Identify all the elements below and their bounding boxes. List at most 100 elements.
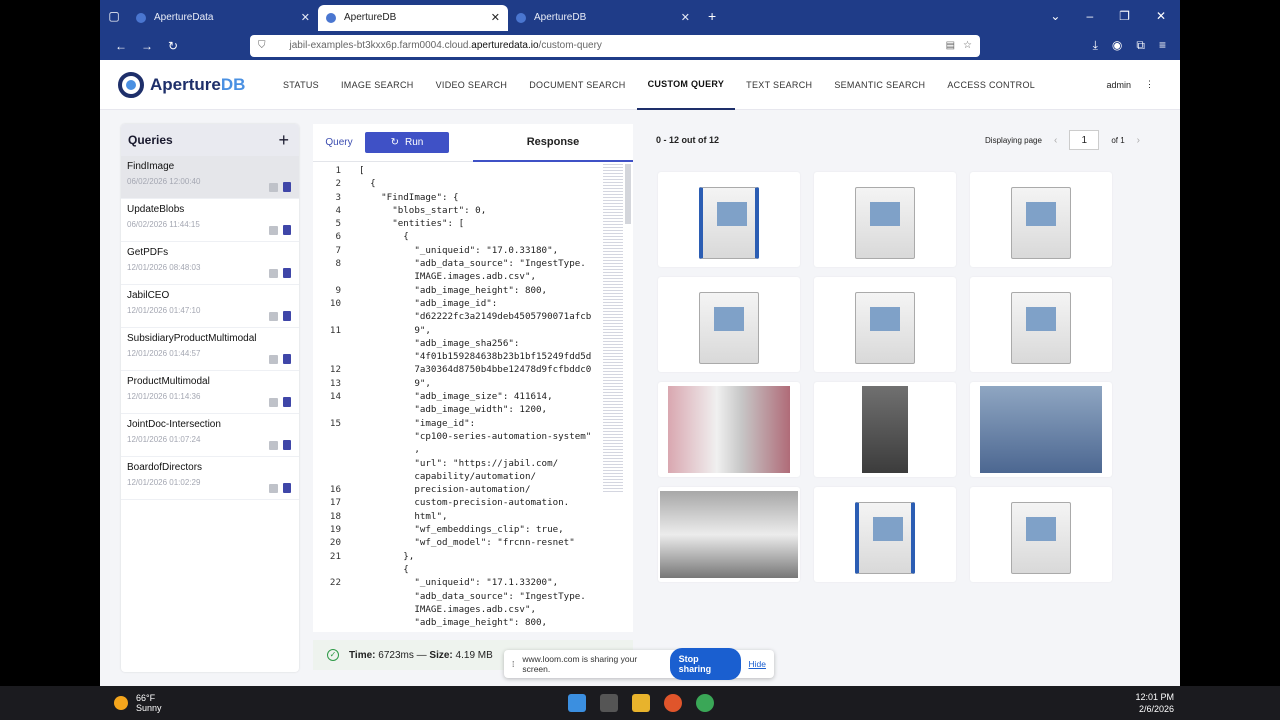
query-item[interactable]: JointDoc-Intersection 12/01/2026 01:07:24 [121, 414, 299, 457]
prev-page-icon[interactable]: ‹ [1054, 135, 1057, 146]
trash-icon[interactable] [283, 225, 291, 235]
logo-text: ApertureDB [150, 75, 245, 95]
code-scrollbar[interactable] [625, 164, 631, 224]
tab-bar: ▢ ApertureData ✕ ApertureDB ✕ ApertureDB… [100, 0, 1180, 31]
response-code-view[interactable]: 1 2 3 4 5 6 7 8 9 10 11 12 13 14 15 16 17 18 19 20 21 22 [ { … [313, 164, 633, 628]
back-icon[interactable]: ← [108, 39, 134, 53]
tab-label: ApertureData [154, 12, 214, 23]
query-item[interactable]: GetPDFs 12/01/2026 08:48:03 [121, 242, 299, 285]
result-thumbnail[interactable] [970, 277, 1112, 372]
trash-icon[interactable] [283, 311, 291, 321]
minimize-icon[interactable]: – [1086, 9, 1093, 23]
save-icon[interactable] [269, 226, 278, 235]
result-thumbnail[interactable] [658, 172, 800, 267]
line-number [313, 403, 353, 416]
code-minimap[interactable] [603, 164, 623, 494]
trash-icon[interactable] [283, 397, 291, 407]
next-page-icon[interactable]: › [1137, 135, 1140, 146]
result-thumbnail[interactable] [814, 277, 956, 372]
close-tab-icon[interactable]: ✕ [301, 11, 310, 24]
trash-icon[interactable] [283, 440, 291, 450]
result-thumbnail[interactable] [970, 172, 1112, 267]
page-input[interactable]: 1 [1069, 130, 1100, 150]
nav-video-search[interactable]: VIDEO SEARCH [425, 60, 519, 110]
account-icon[interactable]: ◉ [1112, 38, 1122, 53]
windows-start-icon[interactable] [568, 694, 586, 712]
run-button[interactable]: ↻ Run [365, 132, 449, 153]
forward-icon[interactable]: → [134, 39, 160, 53]
result-count: 0 - 12 out of 12 [656, 135, 720, 145]
result-thumbnail[interactable] [970, 487, 1112, 582]
close-window-icon[interactable]: ✕ [1156, 9, 1166, 23]
trash-icon[interactable] [283, 483, 291, 493]
stop-sharing-button[interactable]: Stop sharing [669, 648, 741, 680]
save-icon[interactable] [269, 312, 278, 321]
save-icon[interactable] [269, 355, 278, 364]
tab-actions-icon[interactable]: ▢ [100, 9, 128, 23]
chrome-icon[interactable] [696, 694, 714, 712]
nav-status[interactable]: STATUS [272, 60, 330, 110]
trash-icon[interactable] [283, 182, 291, 192]
maximize-icon[interactable]: ❐ [1119, 9, 1130, 23]
download-icon[interactable]: ⤓ [1093, 38, 1098, 53]
tab-query[interactable]: Query [313, 137, 365, 148]
result-thumbnail[interactable] [658, 382, 800, 477]
save-icon[interactable] [269, 484, 278, 493]
extensions-icon[interactable]: ⧉ [1136, 38, 1145, 53]
query-item[interactable]: JabilCEO 12/01/2026 01:47:10 [121, 285, 299, 328]
result-thumbnail[interactable] [814, 172, 956, 267]
nav-semantic-search[interactable]: SEMANTIC SEARCH [823, 60, 936, 110]
clock-date: 2/6/2026 [1138, 704, 1174, 714]
new-tab-icon[interactable]: + [708, 8, 716, 24]
url-field[interactable]: ⛉ jabil-examples-bt3kxx6p.farm0004.cloud… [250, 34, 980, 57]
tab-response[interactable]: Response [473, 124, 633, 162]
query-item[interactable]: BoardofDirectors 12/01/2026 01:02:29 [121, 457, 299, 500]
nav-document-search[interactable]: DOCUMENT SEARCH [518, 60, 636, 110]
result-thumbnail[interactable] [658, 277, 800, 372]
nav-text-search[interactable]: TEXT SEARCH [735, 60, 823, 110]
drag-handle-icon[interactable]: ⁞ [512, 659, 514, 669]
result-thumbnail[interactable] [814, 382, 956, 477]
query-item[interactable]: FindImage 06/02/2026 12:00:40 [121, 156, 299, 199]
hide-link[interactable]: Hide [749, 659, 766, 669]
nav-image-search[interactable]: IMAGE SEARCH [330, 60, 425, 110]
browser-tab-3[interactable]: ApertureDB ✕ [508, 5, 698, 31]
save-icon[interactable] [269, 398, 278, 407]
result-thumbnail[interactable] [814, 487, 956, 582]
close-tab-icon[interactable]: ✕ [491, 11, 500, 24]
weather-widget[interactable]: 66°F Sunny [0, 693, 162, 713]
task-view-icon[interactable] [600, 694, 618, 712]
tab-list-icon[interactable]: ⌄ [1050, 9, 1060, 23]
username[interactable]: admin [1106, 80, 1131, 90]
result-thumbnail[interactable] [658, 487, 800, 582]
add-query-icon[interactable]: + [278, 130, 289, 151]
menu-icon[interactable]: ≡ [1159, 38, 1166, 53]
machine-image [699, 292, 759, 364]
logo[interactable]: ApertureDB [100, 71, 272, 98]
save-icon[interactable] [269, 269, 278, 278]
store-photo [668, 386, 790, 473]
reload-icon[interactable]: ↻ [160, 39, 186, 53]
close-tab-icon[interactable]: ✕ [681, 11, 690, 24]
query-name: SubsidiaryProductMultimodal [127, 333, 257, 344]
code-line: }, [359, 550, 415, 562]
nav-access-control[interactable]: ACCESS CONTROL [936, 60, 1046, 110]
result-thumbnail[interactable] [970, 382, 1112, 477]
save-icon[interactable] [269, 183, 278, 192]
browser-tab-2[interactable]: ApertureDB ✕ [318, 4, 508, 31]
kebab-menu-icon[interactable]: ⋮ [1145, 79, 1154, 90]
reader-view-icon[interactable]: ▤ [946, 40, 955, 51]
trash-icon[interactable] [283, 268, 291, 278]
trash-icon[interactable] [283, 354, 291, 364]
query-item[interactable]: ProductMultimodal 12/01/2026 01:14:36 [121, 371, 299, 414]
save-icon[interactable] [269, 441, 278, 450]
query-item[interactable]: UpdateBlobs 06/02/2026 11:44:15 [121, 199, 299, 242]
clock[interactable]: 12:01 PM 2/6/2026 [1114, 691, 1174, 715]
query-item[interactable]: SubsidiaryProductMultimodal 12/01/2026 01… [121, 328, 299, 371]
bookmark-star-icon[interactable]: ☆ [963, 40, 972, 51]
nav-custom-query[interactable]: CUSTOM QUERY [636, 60, 736, 110]
firefox-icon[interactable] [664, 694, 682, 712]
file-explorer-icon[interactable] [632, 694, 650, 712]
browser-tab-1[interactable]: ApertureData ✕ [128, 5, 318, 31]
query-name: FindImage [127, 161, 175, 172]
